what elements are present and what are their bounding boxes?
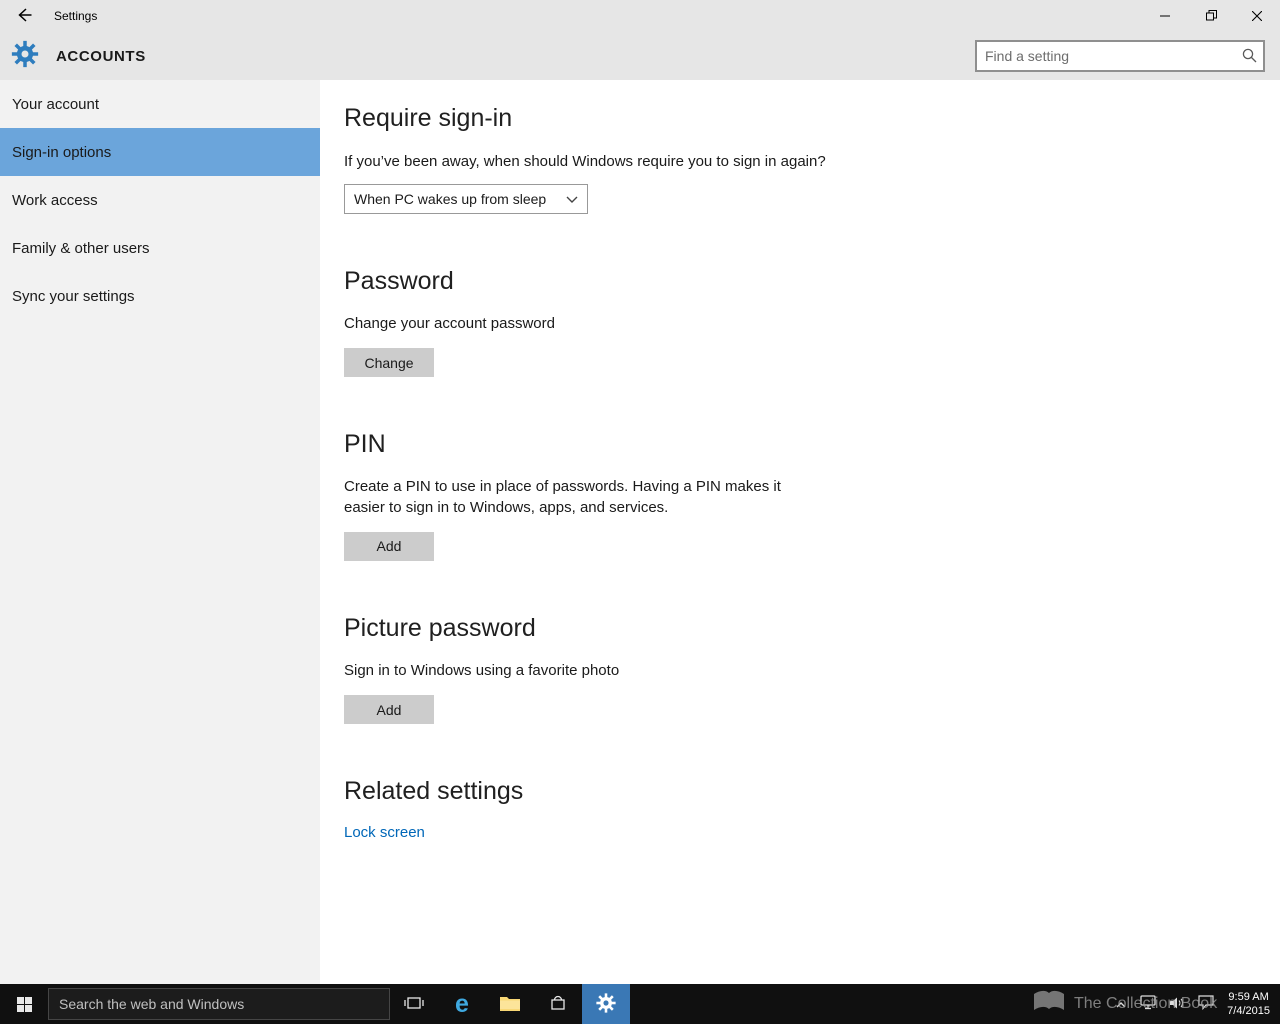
store-button[interactable] bbox=[534, 984, 582, 1024]
sidebar-item-family-other-users[interactable]: Family & other users bbox=[0, 224, 320, 272]
sidebar-item-your-account[interactable]: Your account bbox=[0, 80, 320, 128]
picture-password-section: Picture password Sign in to Windows usin… bbox=[344, 614, 1240, 724]
search-icon[interactable] bbox=[1241, 47, 1258, 69]
volume-icon bbox=[1169, 996, 1185, 1013]
sidebar-item-label: Sync your settings bbox=[12, 287, 135, 305]
require-signin-title: Require sign-in bbox=[344, 104, 513, 132]
picture-password-title: Picture password bbox=[344, 613, 536, 642]
tray-chevron-up-button[interactable] bbox=[1115, 997, 1127, 1012]
task-view-button[interactable] bbox=[390, 984, 438, 1024]
settings-header: ACCOUNTS bbox=[0, 32, 1280, 80]
content-area: Your account Sign-in options Work access… bbox=[0, 80, 1280, 984]
titlebar: Settings bbox=[0, 0, 1280, 32]
signin-options-panel: Require sign-in If you’ve been away, whe… bbox=[320, 80, 1280, 984]
sidebar-item-label: Sign-in options bbox=[12, 143, 112, 161]
password-section: Password Change your account password Ch… bbox=[344, 267, 1240, 378]
settings-gear-taskbar-icon bbox=[595, 992, 617, 1017]
require-signin-question: If you’ve been away, when should Windows… bbox=[344, 153, 826, 170]
find-setting-input[interactable] bbox=[975, 40, 1265, 72]
minimize-icon bbox=[1160, 9, 1170, 24]
pin-section: PIN Create a PIN to use in place of pass… bbox=[344, 430, 1240, 561]
picture-password-description: Sign in to Windows using a favorite phot… bbox=[344, 661, 620, 679]
window-title: Settings bbox=[54, 9, 98, 23]
sidebar-item-label: Work access bbox=[12, 191, 98, 209]
chevron-up-icon bbox=[1115, 997, 1127, 1012]
add-picture-password-button[interactable]: Add bbox=[344, 695, 434, 724]
password-title: Password bbox=[344, 267, 454, 295]
sidebar-item-sign-in-options[interactable]: Sign-in options bbox=[0, 128, 320, 176]
add-pin-button[interactable]: Add bbox=[344, 531, 434, 561]
taskbar: e bbox=[0, 984, 1280, 1024]
require-signin-section: Require sign-in If you’ve been away, whe… bbox=[344, 104, 1240, 214]
pin-description: Create a PIN to use in place of password… bbox=[344, 478, 781, 516]
require-signin-dropdown[interactable]: When PC wakes up from sleep bbox=[344, 184, 588, 214]
network-button[interactable] bbox=[1140, 995, 1156, 1013]
change-password-button[interactable]: Change bbox=[344, 348, 434, 378]
back-arrow-icon bbox=[15, 6, 33, 27]
sidebar-item-sync-your-settings[interactable]: Sync your settings bbox=[0, 272, 320, 320]
restore-button[interactable] bbox=[1188, 0, 1234, 32]
clock-date: 7/4/2015 bbox=[1227, 1005, 1270, 1017]
related-settings-section: Related settings Lock screen bbox=[344, 777, 1240, 842]
system-tray: 9:59 AM 7/4/2015 bbox=[1115, 990, 1280, 1018]
pin-title: PIN bbox=[344, 430, 386, 459]
find-setting-search bbox=[975, 40, 1265, 72]
sidebar-item-label: Your account bbox=[12, 95, 100, 113]
related-settings-title: Related settings bbox=[344, 777, 524, 805]
minimize-button[interactable] bbox=[1142, 0, 1188, 32]
window-controls bbox=[1142, 0, 1280, 32]
restore-icon bbox=[1205, 9, 1217, 24]
taskbar-clock[interactable]: 9:59 AM 7/4/2015 bbox=[1227, 990, 1270, 1018]
sidebar-item-work-access[interactable]: Work access bbox=[0, 176, 320, 224]
action-center-icon bbox=[1198, 995, 1214, 1013]
volume-button[interactable] bbox=[1169, 996, 1185, 1013]
store-icon bbox=[549, 994, 567, 1015]
edge-icon: e bbox=[455, 989, 469, 1018]
sidebar-item-label: Family & other users bbox=[12, 239, 150, 257]
page-title: ACCOUNTS bbox=[56, 47, 146, 65]
file-explorer-button[interactable] bbox=[486, 984, 534, 1024]
task-view-icon bbox=[403, 994, 425, 1015]
action-center-button[interactable] bbox=[1198, 995, 1214, 1013]
settings-gear-icon bbox=[10, 39, 40, 74]
dropdown-selected-value: When PC wakes up from sleep bbox=[354, 191, 547, 207]
close-button[interactable] bbox=[1234, 0, 1280, 32]
password-description: Change your account password bbox=[344, 315, 555, 332]
edge-button[interactable]: e bbox=[438, 984, 486, 1024]
windows-logo-icon bbox=[16, 996, 32, 1012]
network-icon bbox=[1140, 995, 1156, 1013]
start-button[interactable] bbox=[0, 984, 48, 1024]
clock-time: 9:59 AM bbox=[1228, 991, 1269, 1003]
chevron-down-icon bbox=[566, 191, 578, 207]
file-explorer-icon bbox=[499, 994, 521, 1015]
close-icon bbox=[1251, 9, 1263, 24]
settings-app-button[interactable] bbox=[582, 984, 630, 1024]
lock-screen-link[interactable]: Lock screen bbox=[344, 824, 425, 841]
taskbar-search-input[interactable] bbox=[48, 988, 390, 1020]
settings-sidebar: Your account Sign-in options Work access… bbox=[0, 80, 320, 984]
back-button[interactable] bbox=[0, 0, 48, 32]
